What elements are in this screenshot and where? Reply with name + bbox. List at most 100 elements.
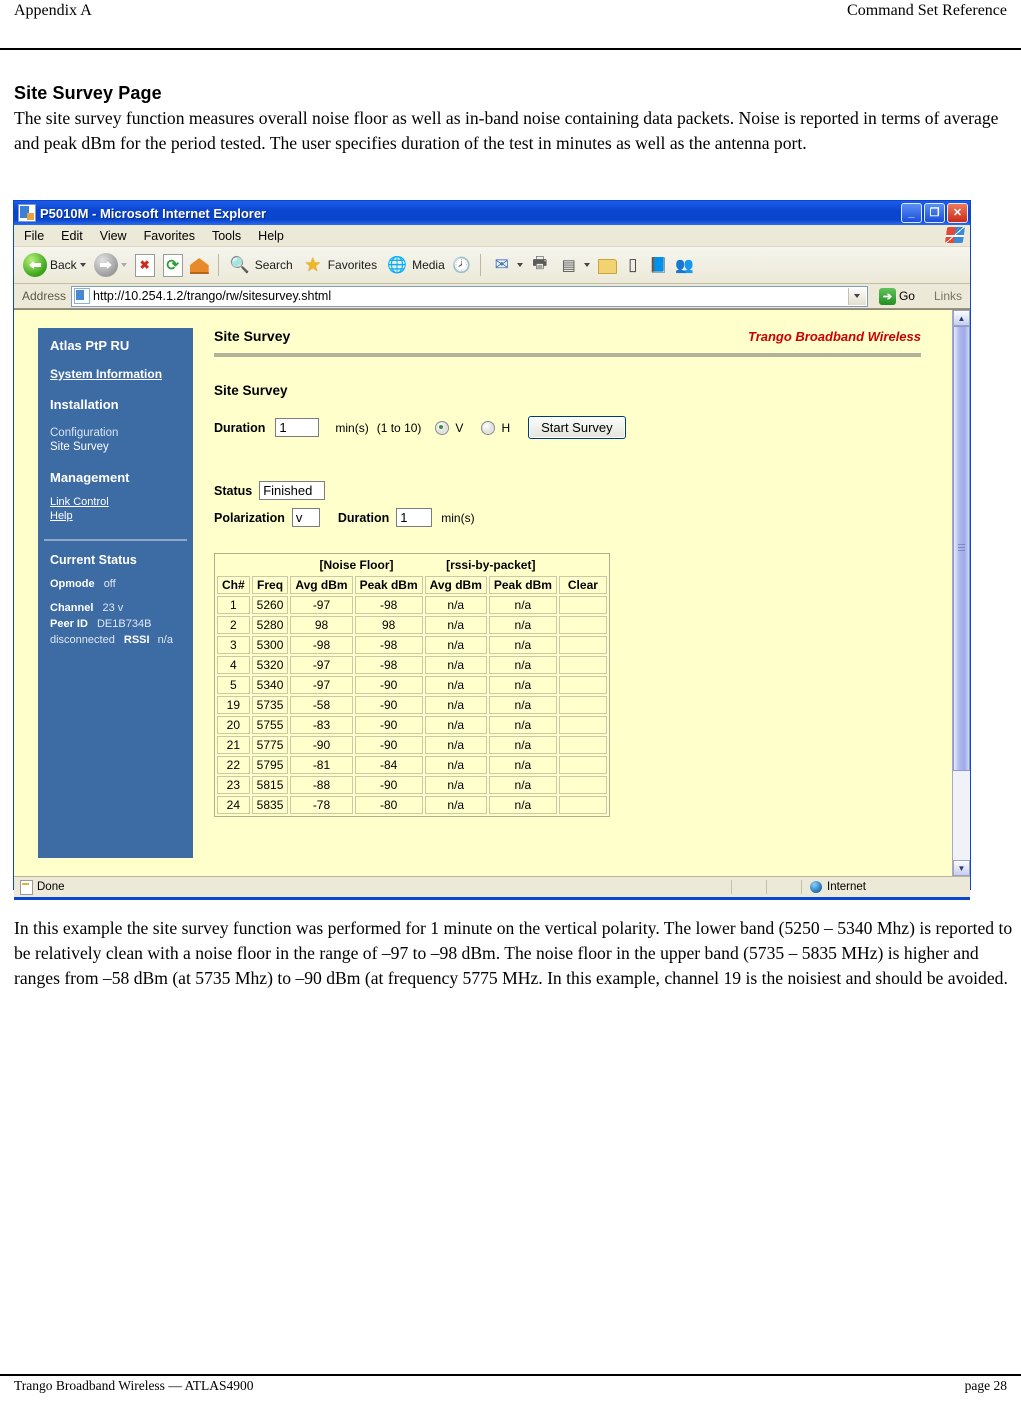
edit-button[interactable] <box>554 253 593 277</box>
polarity-h-radio[interactable] <box>481 420 496 435</box>
sidebar-item-system-information[interactable]: System Information <box>38 367 193 381</box>
result-duration-units: min(s) <box>441 510 475 525</box>
cell-channel: 22 <box>217 756 250 774</box>
sidebar-status-heading: Current Status <box>50 553 137 567</box>
sidebar-item-installation[interactable]: Installation <box>38 397 193 412</box>
menu-item-file[interactable]: File <box>24 229 44 243</box>
opmode-value: off <box>103 578 116 590</box>
media-icon <box>385 253 409 277</box>
browser-statusbar: Done Internet <box>14 876 970 897</box>
forward-chevron-down-icon <box>120 263 127 267</box>
minimize-button[interactable]: _ <box>901 203 922 223</box>
security-zone-area[interactable]: Internet <box>801 880 970 894</box>
column-header-nf-peak: Peak dBm <box>354 576 423 594</box>
sidebar-item-management[interactable]: Management <box>38 470 193 485</box>
mail-button[interactable] <box>487 253 526 277</box>
cell-channel: 1 <box>217 596 250 614</box>
cell-clear[interactable] <box>558 656 607 674</box>
sidebar-item-help[interactable]: Help <box>38 509 193 523</box>
document-running-footer: Trango Broadband Wireless — ATLAS4900 pa… <box>14 1378 1007 1394</box>
back-chevron-down-icon[interactable] <box>79 263 86 267</box>
duration-input[interactable]: 1 <box>275 418 320 437</box>
rssi-value: n/a <box>157 634 173 646</box>
menu-item-favorites[interactable]: Favorites <box>144 229 195 243</box>
address-url-text: http://10.254.1.2/trango/rw/sitesurvey.s… <box>93 289 332 303</box>
research-icon[interactable] <box>647 253 671 277</box>
cell-clear[interactable] <box>558 596 607 614</box>
media-button[interactable]: Media <box>382 253 448 277</box>
history-icon[interactable] <box>450 253 474 277</box>
menu-item-help[interactable]: Help <box>258 229 284 243</box>
links-button[interactable]: Links <box>926 289 970 303</box>
menu-item-view[interactable]: View <box>100 229 127 243</box>
polarity-v-label: V <box>455 420 464 435</box>
cell-clear[interactable] <box>558 736 607 754</box>
refresh-icon[interactable] <box>162 253 183 277</box>
status-value-field[interactable]: Finished <box>259 481 326 500</box>
print-icon[interactable] <box>528 253 552 277</box>
polarity-v-radio[interactable] <box>435 420 450 435</box>
cell-clear[interactable] <box>558 616 607 634</box>
address-input[interactable]: http://10.254.1.2/trango/rw/sitesurvey.s… <box>71 285 868 307</box>
scroll-up-button[interactable]: ▲ <box>953 310 970 326</box>
cell-rssi-peak: n/a <box>488 756 557 774</box>
intro-paragraph: The site survey function measures overal… <box>14 108 999 153</box>
forward-button[interactable] <box>91 253 130 277</box>
favorites-button[interactable]: Favorites <box>298 253 380 277</box>
polarization-value-field[interactable]: v <box>291 508 320 527</box>
sidebar-channel-row: Channel 23 v <box>38 601 193 615</box>
menu-item-edit[interactable]: Edit <box>61 229 83 243</box>
browser-address-bar: Address http://10.254.1.2/trango/rw/site… <box>14 284 970 309</box>
group-header-rssi-by-packet: [rssi-by-packet] <box>424 556 557 574</box>
start-survey-button[interactable]: Start Survey <box>528 416 626 439</box>
stop-icon[interactable] <box>134 253 155 277</box>
sidebar-item-site-survey[interactable]: Site Survey <box>38 440 193 454</box>
go-button[interactable]: ➔ Go <box>873 287 921 305</box>
favorites-star-icon <box>301 253 325 277</box>
cell-rssi-avg: n/a <box>424 616 487 634</box>
back-button[interactable]: Back <box>20 253 89 277</box>
vertical-scrollbar[interactable]: ▲ ▼ <box>952 310 970 876</box>
scrollbar-track[interactable] <box>953 326 970 860</box>
cell-nf-peak: -98 <box>354 596 423 614</box>
menu-item-tools[interactable]: Tools <box>212 229 241 243</box>
cell-clear[interactable] <box>558 776 607 794</box>
sidebar-item-configuration[interactable]: Configuration <box>38 426 193 440</box>
scroll-down-button[interactable]: ▼ <box>953 860 970 876</box>
cell-rssi-avg: n/a <box>424 756 487 774</box>
close-button[interactable]: ✕ <box>947 203 968 223</box>
search-button[interactable]: Search <box>225 253 296 277</box>
table-row: 21 5775 -90 -90 n/a n/a <box>217 736 607 754</box>
home-icon[interactable] <box>188 253 212 277</box>
maximize-button[interactable]: ❐ <box>924 203 945 223</box>
table-row: 2 5280 98 98 n/a n/a <box>217 616 607 634</box>
edit-icon <box>557 253 581 277</box>
cell-rssi-peak: n/a <box>488 616 557 634</box>
sidebar-item-link-control[interactable]: Link Control <box>38 495 193 509</box>
edit-chevron-down-icon[interactable] <box>583 263 590 267</box>
cell-nf-avg: -88 <box>290 776 353 794</box>
result-duration-field[interactable]: 1 <box>396 508 433 527</box>
cell-nf-avg: 98 <box>290 616 353 634</box>
sidebar-peerid-row: Peer ID DE1B734B <box>38 617 193 631</box>
people-icon[interactable] <box>673 253 697 277</box>
messenger-icon[interactable] <box>621 253 645 277</box>
cell-clear[interactable] <box>558 676 607 694</box>
cell-clear[interactable] <box>558 696 607 714</box>
toolbar-separator-1 <box>217 254 219 276</box>
page-content: Site Survey Trango Broadband Wireless Si… <box>214 328 939 817</box>
mail-chevron-down-icon[interactable] <box>516 263 523 267</box>
cell-clear[interactable] <box>558 716 607 734</box>
cell-channel: 4 <box>217 656 250 674</box>
ie-document-icon <box>18 204 36 222</box>
cell-clear[interactable] <box>558 636 607 654</box>
notes-icon[interactable] <box>595 253 619 277</box>
cell-rssi-peak: n/a <box>488 776 557 794</box>
cell-clear[interactable] <box>558 796 607 814</box>
cell-channel: 23 <box>217 776 250 794</box>
cell-clear[interactable] <box>558 756 607 774</box>
content-title: Site Survey <box>214 328 291 344</box>
table-row: 20 5755 -83 -90 n/a n/a <box>217 716 607 734</box>
scrollbar-thumb[interactable] <box>953 326 970 771</box>
address-chevron-down-icon[interactable] <box>847 287 866 305</box>
